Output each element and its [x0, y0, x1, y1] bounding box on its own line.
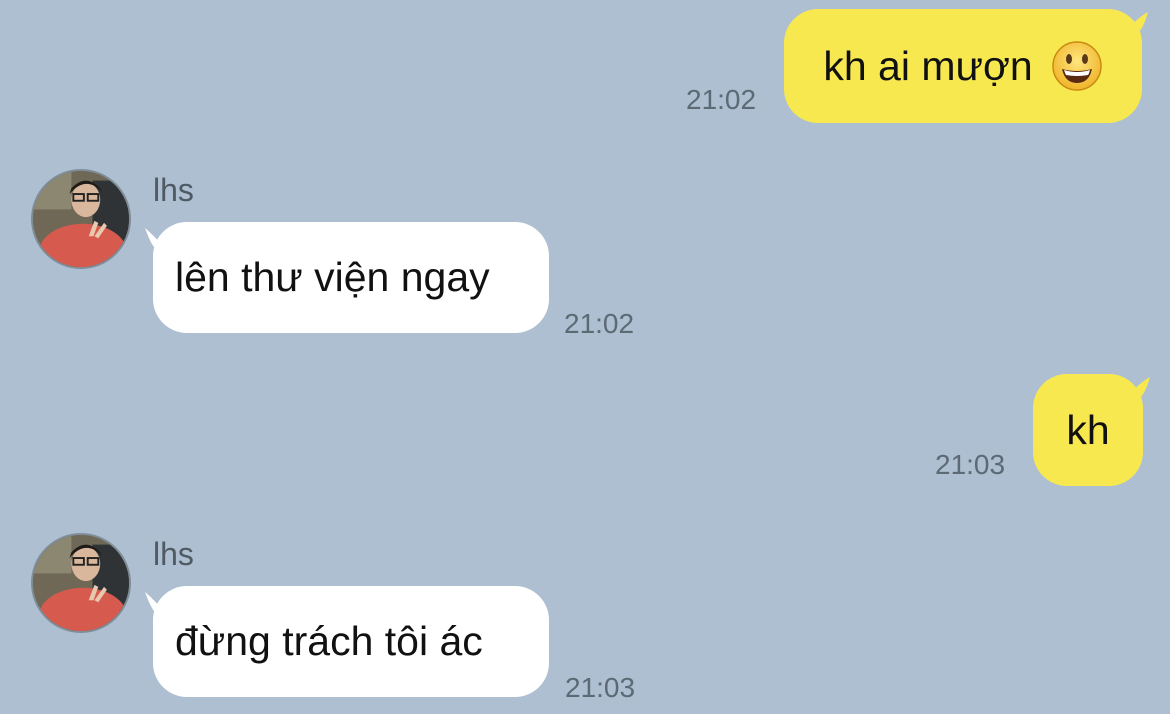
grinning-face-emoji-icon — [1051, 41, 1102, 91]
message-text: đừng trách tôi ác — [175, 618, 483, 664]
message-text: kh — [1066, 406, 1110, 453]
message-timestamp: 21:02 — [686, 84, 757, 115]
incoming-message-bubble[interactable]: đừng trách tôi ác — [153, 586, 549, 697]
chat-conversation: kh ai mượn 21:02 lhs lên thư viện ngay 2… — [0, 0, 1170, 714]
message-timestamp: 21:03 — [565, 672, 636, 703]
message-text: lên thư viện ngay — [175, 254, 490, 300]
message-text: kh ai mượn — [823, 42, 1033, 89]
person-avatar-icon — [33, 171, 129, 267]
avatar[interactable] — [31, 169, 131, 269]
message-timestamp: 21:03 — [935, 449, 1006, 480]
outgoing-message-bubble[interactable]: kh — [1033, 374, 1143, 486]
sender-name: lhs — [153, 536, 194, 572]
outgoing-message-bubble[interactable]: kh ai mượn — [784, 9, 1142, 123]
avatar[interactable] — [31, 533, 131, 633]
incoming-message-bubble[interactable]: lên thư viện ngay — [153, 222, 549, 333]
person-avatar-icon — [33, 535, 129, 631]
sender-name: lhs — [153, 172, 194, 208]
message-timestamp: 21:02 — [564, 308, 635, 339]
